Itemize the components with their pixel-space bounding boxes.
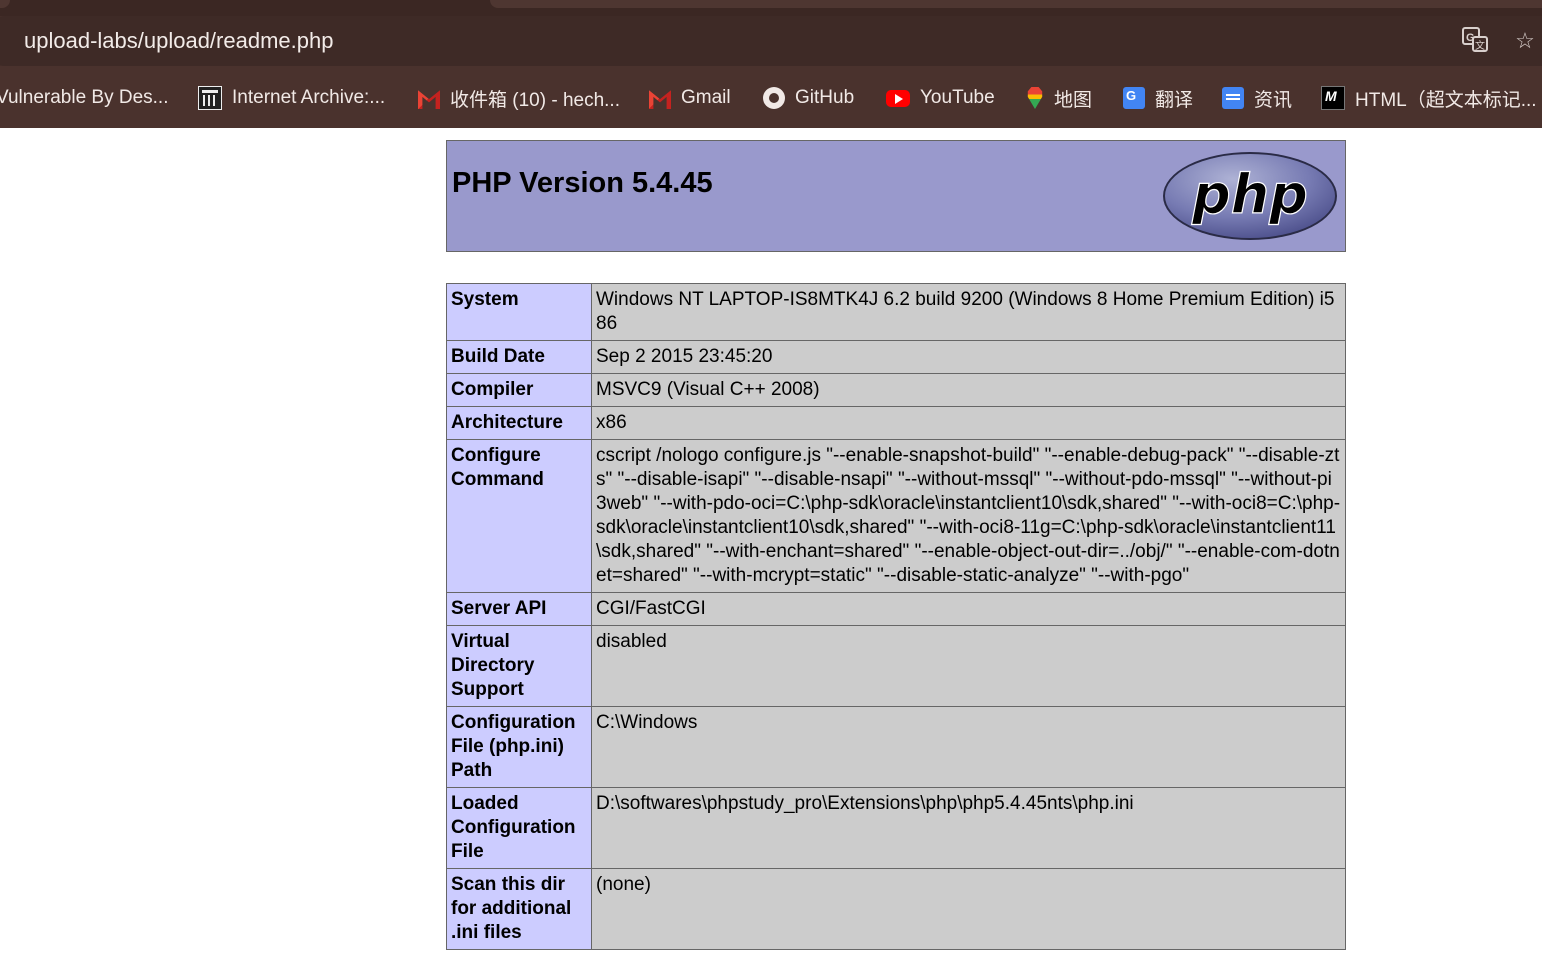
bookmark-inbox[interactable]: 收件箱 (10) - hech... — [418, 85, 620, 111]
bookmark-label: 地图 — [1054, 89, 1093, 111]
github-icon — [763, 87, 785, 109]
bookmark-label: 收件箱 (10) - hech... — [450, 89, 620, 111]
translate-icon — [1123, 87, 1145, 109]
gmail-icon — [649, 90, 671, 109]
bookmark-news[interactable]: 资讯 — [1222, 85, 1292, 111]
info-row: Virtual Directory Support disabled — [446, 625, 1346, 707]
info-value: (none) — [591, 868, 1346, 950]
info-value: x86 — [591, 406, 1346, 440]
php-logo[interactable]: php — [1161, 150, 1339, 242]
info-row: Server API CGI/FastCGI — [446, 592, 1346, 626]
info-key: Configure Command — [446, 439, 592, 593]
info-key: Architecture — [446, 406, 592, 440]
gmail-icon — [418, 90, 440, 109]
bookmarks-bar: Vulnerable By Des... Internet Archive:..… — [0, 67, 1542, 128]
active-tab-edge[interactable] — [490, 0, 1542, 8]
bookmark-gmail[interactable]: Gmail — [649, 85, 731, 111]
bookmark-label: Gmail — [681, 87, 731, 108]
info-row: System Windows NT LAPTOP-IS8MTK4J 6.2 bui… — [446, 283, 1346, 341]
info-key: Configuration File (php.ini) Path — [446, 706, 592, 788]
maps-icon — [1027, 87, 1043, 109]
translate-icon[interactable]: G文 — [1460, 26, 1490, 56]
info-row: Scan this dir for additional .ini files(… — [446, 868, 1346, 950]
info-value: Windows NT LAPTOP-IS8MTK4J 6.2 build 920… — [591, 283, 1346, 341]
bookmark-star-icon[interactable]: ☆ — [1510, 26, 1540, 56]
info-row: Loaded Configuration File D:\softwares\ph… — [446, 787, 1346, 869]
info-value: D:\softwares\phpstudy_pro\Extensions\php… — [591, 787, 1346, 869]
news-icon — [1222, 87, 1244, 109]
info-key: Virtual Directory Support — [446, 625, 592, 707]
info-value: MSVC9 (Visual C++ 2008) — [591, 373, 1346, 407]
info-row: Build Date Sep 2 2015 23:45:20 — [446, 340, 1346, 374]
bookmark-translate[interactable]: 翻译 — [1123, 85, 1193, 111]
address-bar-url[interactable]: upload-labs/upload/readme.php — [24, 28, 333, 54]
bookmark-label: YouTube — [920, 87, 995, 108]
info-key: Scan this dir for additional .ini files — [446, 868, 592, 950]
archive-icon — [198, 86, 222, 110]
bookmark-mdn-html[interactable]: HTML（超文本标记... — [1321, 85, 1537, 111]
info-value: C:\Windows — [591, 706, 1346, 788]
bookmark-label: 资讯 — [1254, 89, 1293, 111]
php-logo-text: php — [1191, 163, 1308, 226]
info-row: Architecture x86 — [446, 406, 1346, 440]
php-version-header: PHP Version 5.4.45 php — [446, 140, 1346, 252]
mdn-icon — [1321, 86, 1345, 110]
bookmark-label: Vulnerable By Des... — [0, 87, 169, 108]
info-row: Compiler MSVC9 (Visual C++ 2008) — [446, 373, 1346, 407]
browser-toolbar: upload-labs/upload/readme.php G文 ☆ — [0, 16, 1542, 67]
bookmark-label: 翻译 — [1155, 89, 1194, 111]
address-bar[interactable]: upload-labs/upload/readme.php G文 ☆ — [0, 16, 1542, 66]
php-info-table: System Windows NT LAPTOP-IS8MTK4J 6.2 bui… — [446, 283, 1346, 950]
youtube-icon — [886, 89, 910, 107]
info-key: Server API — [446, 592, 592, 626]
svg-text:文: 文 — [1475, 39, 1485, 52]
info-key: System — [446, 283, 592, 341]
bookmark-youtube[interactable]: YouTube — [886, 85, 995, 111]
info-value: disabled — [591, 625, 1346, 707]
info-value: CGI/FastCGI — [591, 592, 1346, 626]
info-key: Build Date — [446, 340, 592, 374]
bookmark-label: GitHub — [795, 87, 855, 108]
bookmark-github[interactable]: GitHub — [763, 85, 854, 111]
bookmark-label: Internet Archive:... — [232, 87, 386, 108]
info-key: Compiler — [446, 373, 592, 407]
bookmark-label: HTML（超文本标记... — [1355, 89, 1537, 111]
info-key: Loaded Configuration File — [446, 787, 592, 869]
info-row: Configuration File (php.ini) Path C:\Wind… — [446, 706, 1346, 788]
tab-strip — [0, 0, 1542, 16]
info-value: Sep 2 2015 23:45:20 — [591, 340, 1346, 374]
page-title: PHP Version 5.4.45 — [452, 167, 713, 199]
info-value: cscript /nologo configure.js "--enable-s… — [591, 439, 1346, 593]
info-row: Configure Command cscript /nologo configu… — [446, 439, 1346, 593]
bookmark-vulnhub[interactable]: Vulnerable By Des... — [0, 85, 169, 111]
bookmark-maps[interactable]: 地图 — [1026, 85, 1092, 111]
bookmark-internet-archive[interactable]: Internet Archive:... — [198, 85, 385, 111]
tab-edge-left[interactable] — [0, 0, 10, 8]
